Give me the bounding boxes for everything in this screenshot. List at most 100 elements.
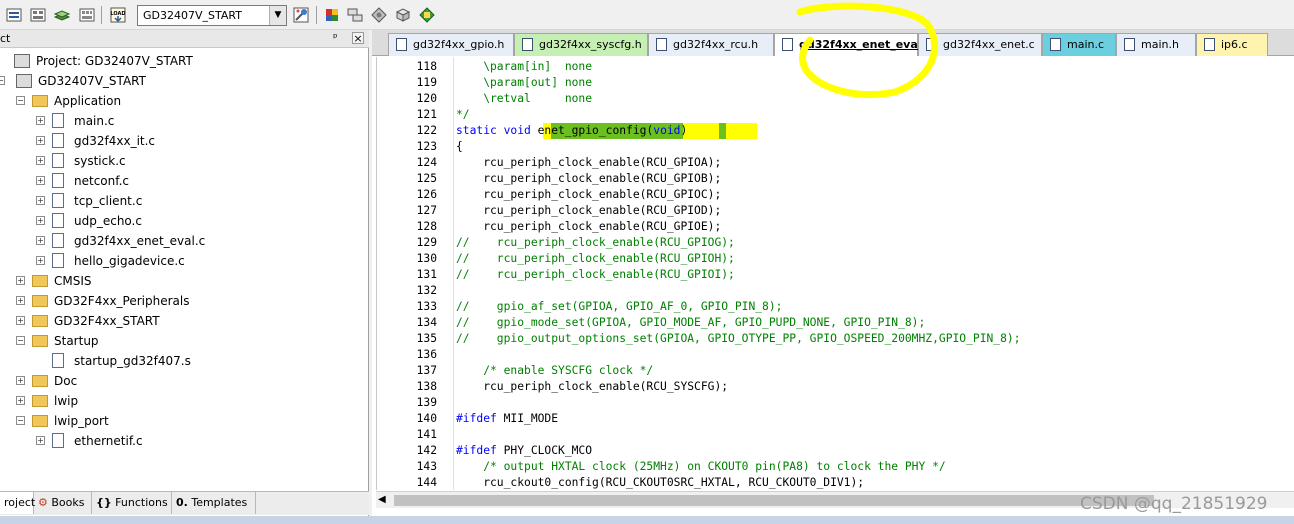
toolbar: LOAD GD32407V_START ▼ <box>0 0 1294 30</box>
tree-file[interactable]: + systick.c <box>0 151 369 171</box>
file-icon <box>52 353 64 368</box>
tab-ip6-c[interactable]: ip6.c <box>1196 33 1268 56</box>
scrollbar-thumb[interactable] <box>394 495 1154 506</box>
code-line: 125 rcu_periph_clock_enable(RCU_GPIOB); <box>377 171 1294 187</box>
tab-gd32f4xx-gpio-h[interactable]: gd32f4xx_gpio.h <box>388 33 514 56</box>
manage-run-time-env-icon[interactable] <box>371 7 387 23</box>
tree-item-label: CMSIS <box>54 274 92 288</box>
expand-icon[interactable]: + <box>16 276 25 285</box>
code-line: 139 <box>377 395 1294 411</box>
tree-file[interactable]: + netconf.c <box>0 171 369 191</box>
collapse-icon[interactable]: − <box>16 96 25 105</box>
expand-icon[interactable]: + <box>36 436 45 445</box>
tree-item-label: netconf.c <box>74 174 130 188</box>
pin-icon[interactable]: ᵖ <box>333 31 338 44</box>
tree-folder[interactable]: + GD32F4xx_START <box>0 311 369 331</box>
expand-icon[interactable]: + <box>36 256 45 265</box>
tree-folder[interactable]: + CMSIS <box>0 271 369 291</box>
tree-folder[interactable]: + Doc <box>0 371 369 391</box>
tab-templates[interactable]: 0. Templates <box>172 492 256 514</box>
tree-file[interactable]: + ethernetif.c <box>0 431 369 451</box>
chevron-down-icon[interactable]: ▼ <box>269 6 286 25</box>
target-select-value: GD32407V_START <box>143 9 242 22</box>
code-line: 136 <box>377 347 1294 363</box>
tree-file[interactable]: + hello_gigadevice.c <box>0 251 369 271</box>
file-icon <box>1204 38 1215 51</box>
expand-icon[interactable]: + <box>36 176 45 185</box>
collapse-icon[interactable]: − <box>16 416 25 425</box>
file-icon <box>52 433 64 448</box>
close-panel-icon[interactable]: × <box>352 32 364 44</box>
tree-file[interactable]: + tcp_client.c <box>0 191 369 211</box>
code-line: 133 // gpio_af_set(GPIOA, GPIO_AF_0, GPIO… <box>377 299 1294 315</box>
code-text: rcu_periph_clock_enable(RCU_SYSCFG); <box>456 380 729 393</box>
tree-folder[interactable]: − Startup <box>0 331 369 351</box>
tab-functions[interactable]: {} Functions <box>92 492 172 514</box>
tree-folder[interactable]: + lwip <box>0 391 369 411</box>
line-number: 131 <box>416 268 437 281</box>
translate-icon[interactable] <box>6 7 22 23</box>
tree-target[interactable]: − GD32407V_START <box>0 71 369 91</box>
line-number: 125 <box>416 172 437 185</box>
status-bar <box>0 516 1294 524</box>
manage-project-items-icon[interactable] <box>324 7 340 23</box>
scroll-left-icon[interactable]: ◀ <box>378 494 386 505</box>
code-text: */ <box>456 108 470 121</box>
pack-installer-icon[interactable] <box>395 7 411 23</box>
code-line: 132 <box>377 283 1294 299</box>
tab-gd32f4xx-enet-eval-c[interactable]: gd32f4xx_enet_eval.c <box>774 33 932 56</box>
expand-icon[interactable]: + <box>36 116 45 125</box>
expand-icon[interactable]: + <box>36 156 45 165</box>
tree-project[interactable]: Project: GD32407V_START <box>0 51 369 71</box>
tree-folder[interactable]: − lwip_port <box>0 411 369 431</box>
tab-main-c[interactable]: main.c <box>1042 33 1116 56</box>
expand-icon[interactable]: + <box>16 376 25 385</box>
batch-build-icon[interactable] <box>79 7 95 23</box>
rebuild-icon[interactable] <box>54 7 70 23</box>
expand-icon[interactable]: + <box>16 316 25 325</box>
tab-project[interactable]: roject <box>0 492 35 514</box>
expand-icon[interactable]: + <box>36 216 45 225</box>
tab-gd32f4xx-syscfg-h[interactable]: gd32f4xx_syscfg.h <box>514 33 648 56</box>
file-icon <box>52 253 64 268</box>
tree-file[interactable]: startup_gd32f407.s <box>0 351 369 371</box>
collapse-icon[interactable]: − <box>0 76 5 85</box>
expand-icon[interactable]: + <box>36 196 45 205</box>
target-select[interactable]: GD32407V_START ▼ <box>137 5 287 26</box>
tree-item-label: Application <box>54 94 122 108</box>
code-text: // gpio_output_options_set(GPIOA, GPIO_O… <box>456 332 1021 345</box>
tree-file[interactable]: + gd32f4xx_it.c <box>0 131 369 151</box>
tree-file[interactable]: + gd32f4xx_enet_eval.c <box>0 231 369 251</box>
collapse-icon[interactable]: − <box>16 336 25 345</box>
code-view[interactable]: 118 \param[in] none 119 \param[out] none 1… <box>376 57 1294 490</box>
code-text: rcu_periph_clock_enable(RCU_GPIOE); <box>456 220 722 233</box>
manage-multi-project-icon[interactable] <box>419 7 435 23</box>
file-icon <box>52 173 64 188</box>
select-packs-icon[interactable] <box>347 7 363 23</box>
tab-main-h[interactable]: main.h <box>1116 33 1196 56</box>
tab-gd32f4xx-rcu-h[interactable]: gd32f4xx_rcu.h <box>648 33 774 56</box>
tab-gd32f4xx-enet-c[interactable]: gd32f4xx_enet.c <box>918 33 1042 56</box>
watermark: CSDN @qq_21851929 <box>1080 494 1268 514</box>
download-icon[interactable]: LOAD <box>110 7 126 23</box>
code-text: // rcu_periph_clock_enable(RCU_GPIOI); <box>456 268 735 281</box>
tree-folder[interactable]: + GD32F4xx_Peripherals <box>0 291 369 311</box>
tree-file[interactable]: + udp_echo.c <box>0 211 369 231</box>
code-line: 121 */ <box>377 107 1294 123</box>
tree-folder[interactable]: − Application <box>0 91 369 111</box>
tree-item-label: Startup <box>54 334 99 348</box>
line-number: 130 <box>416 252 437 265</box>
file-icon <box>52 213 64 228</box>
line-number: 122 <box>416 124 437 137</box>
tree-item-label: gd32f4xx_enet_eval.c <box>74 234 206 248</box>
expand-icon[interactable]: + <box>36 136 45 145</box>
expand-icon[interactable]: + <box>16 296 25 305</box>
target-options-icon[interactable] <box>293 7 309 23</box>
build-icon[interactable] <box>30 7 46 23</box>
expand-icon[interactable]: + <box>36 236 45 245</box>
tree-file[interactable]: + main.c <box>0 111 369 131</box>
panel-bottom-tabs: roject ⚙ Books {} Functions 0. Templates <box>0 491 369 515</box>
expand-icon[interactable]: + <box>16 396 25 405</box>
tab-books[interactable]: ⚙ Books <box>34 492 92 514</box>
tab-label: gd32f4xx_syscfg.h <box>539 38 642 51</box>
